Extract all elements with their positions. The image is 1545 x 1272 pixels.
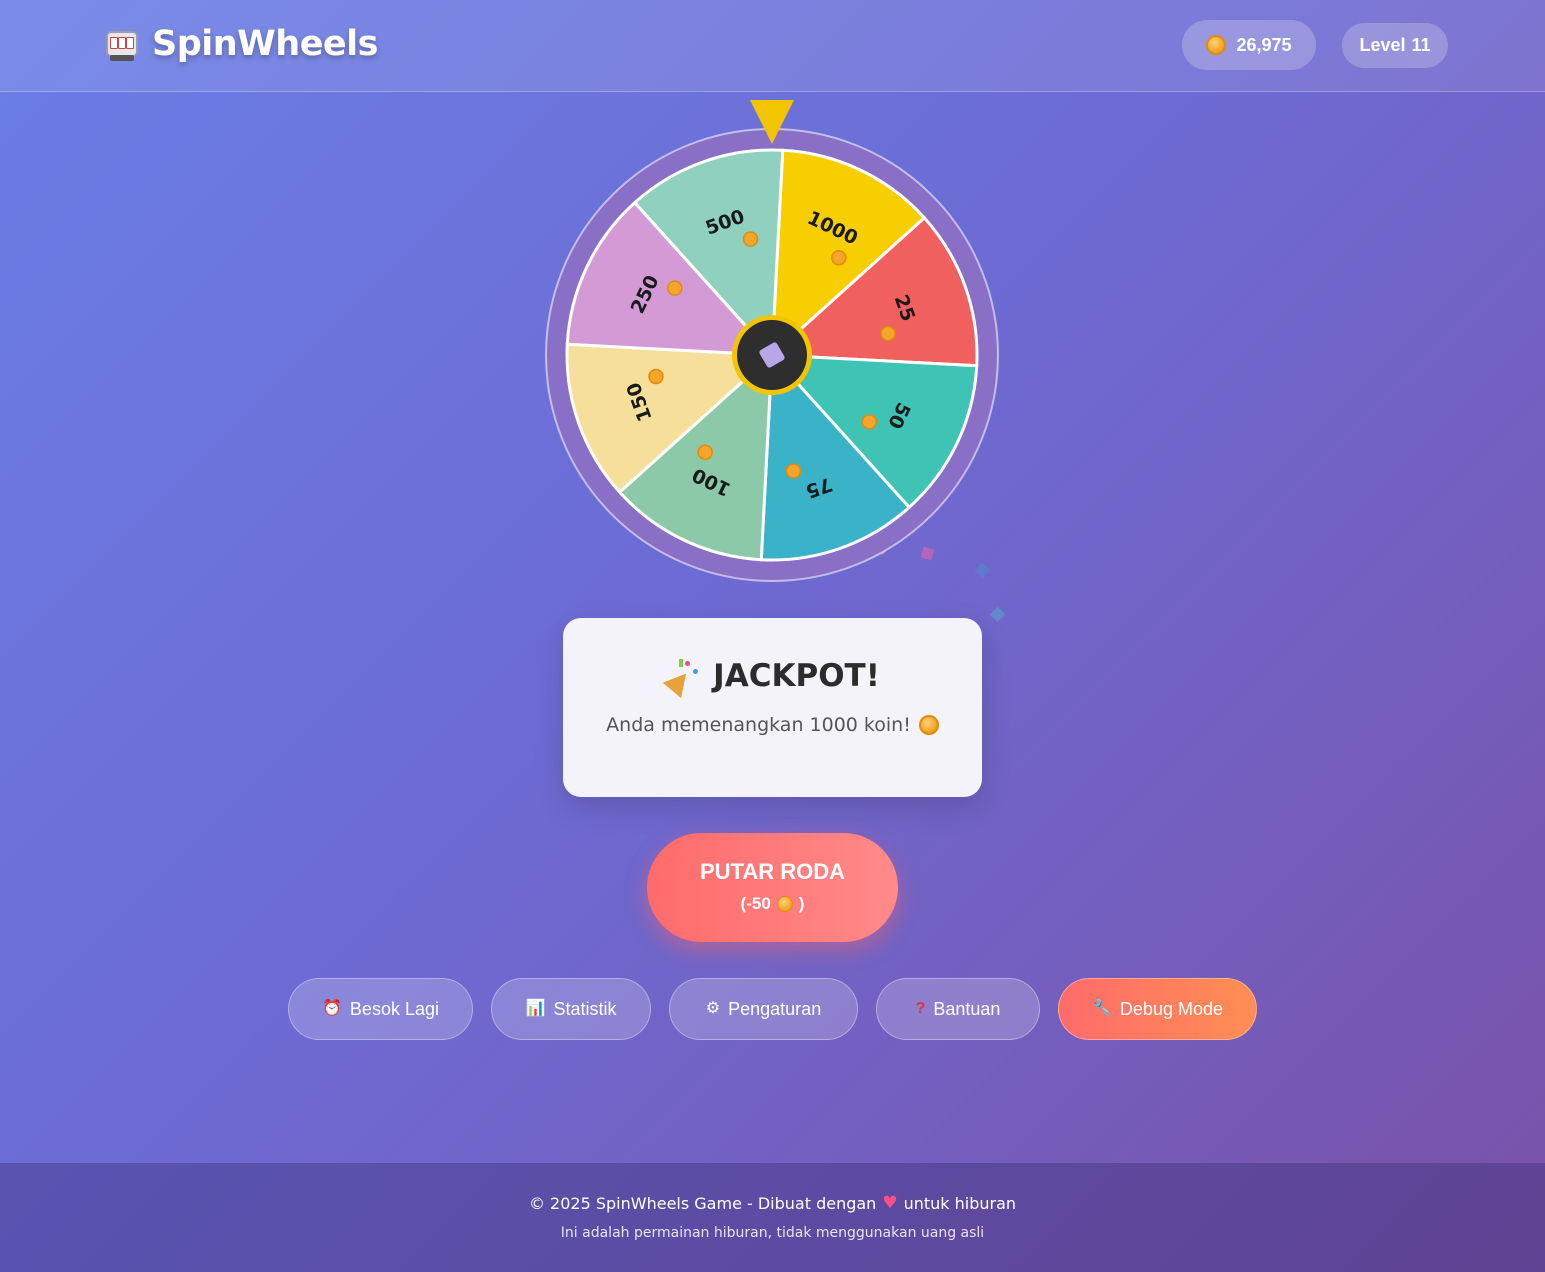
result-message-row: Anda memenangkan 1000 koin!	[563, 714, 982, 736]
footer-text-after: untuk hiburan	[903, 1193, 1017, 1213]
coin-icon	[776, 896, 793, 912]
result-card: JACKPOT! Anda memenangkan 1000 koin!	[563, 618, 982, 797]
debug-mode-button[interactable]: 🔧 Debug Mode	[1058, 978, 1257, 1040]
header-bar: SpinWheels 26,975 Level 11	[0, 0, 1545, 92]
spin-wheel-button[interactable]: PUTAR RODA (-50 )	[647, 833, 898, 942]
settings-button-label: Pengaturan	[728, 998, 822, 1019]
coin-icon	[785, 463, 802, 479]
help-button-label: Bantuan	[933, 998, 1001, 1019]
spin-cost-prefix: (-50	[740, 894, 771, 913]
wheel-pointer	[750, 100, 794, 144]
wrench-icon: 🔧	[1092, 1000, 1112, 1017]
confetti-piece	[989, 606, 1006, 623]
coin-icon	[742, 231, 759, 247]
level-label: Level	[1359, 35, 1406, 55]
heart-icon: ♥	[882, 1193, 898, 1213]
coin-icon	[648, 368, 664, 385]
footer: © 2025 SpinWheels Game - Dibuat dengan ♥…	[0, 1163, 1545, 1272]
gear-icon: ⚙	[705, 1000, 721, 1017]
coin-balance: 26,975	[1182, 20, 1316, 70]
prize-wheel[interactable]: 1000 25 50 75 100 150 250 500	[545, 128, 999, 582]
coin-icon	[880, 325, 896, 342]
tomorrow-button-label: Besok Lagi	[349, 998, 439, 1019]
slot-machine-icon	[104, 27, 140, 61]
result-heading: JACKPOT!	[563, 658, 982, 699]
level-badge: Level 11	[1342, 23, 1448, 68]
app-title: SpinWheels	[152, 24, 379, 64]
result-title: JACKPOT!	[713, 658, 880, 694]
coin-balance-value: 26,975	[1236, 34, 1292, 55]
question-mark-icon: ?	[915, 1000, 926, 1017]
coin-icon	[861, 414, 877, 430]
coin-icon	[1206, 35, 1227, 55]
statistics-button[interactable]: 📊 Statistik	[491, 978, 651, 1040]
settings-button[interactable]: ⚙ Pengaturan	[669, 978, 858, 1040]
app-logo[interactable]: SpinWheels	[104, 24, 379, 64]
spin-cost: (-50 )	[647, 894, 898, 914]
footer-copyright: © 2025 SpinWheels Game - Dibuat dengan ♥…	[0, 1193, 1545, 1213]
coin-icon	[831, 250, 847, 266]
footer-text-before: © 2025 SpinWheels Game - Dibuat dengan	[528, 1193, 877, 1213]
spin-cost-suffix: )	[798, 894, 805, 913]
wheel-graphic: 1000255075100150250500	[545, 128, 999, 582]
tomorrow-button[interactable]: ⏰ Besok Lagi	[288, 978, 473, 1040]
result-message: Anda memenangkan 1000 koin!	[606, 714, 911, 736]
level-value: 11	[1411, 35, 1431, 55]
spin-button-label: PUTAR RODA	[699, 859, 846, 884]
bar-chart-icon: 📊	[525, 1000, 546, 1017]
footer-disclaimer: Ini adalah permainan hiburan, tidak meng…	[560, 1225, 985, 1241]
debug-mode-button-label: Debug Mode	[1119, 998, 1223, 1019]
statistics-button-label: Statistik	[553, 998, 617, 1019]
alarm-clock-icon: ⏰	[322, 1000, 342, 1017]
coin-icon	[667, 280, 683, 296]
party-popper-icon	[662, 659, 699, 699]
coin-icon	[918, 715, 939, 735]
coin-icon	[697, 444, 713, 460]
help-button[interactable]: ? Bantuan	[876, 978, 1040, 1040]
